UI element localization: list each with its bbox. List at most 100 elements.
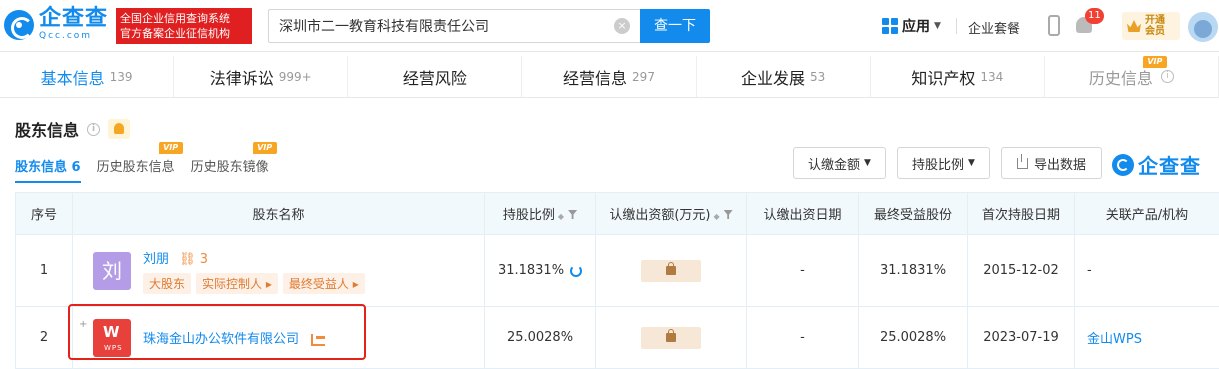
tab-label: 历史信息: [1089, 65, 1153, 89]
watermark-text: 企查查: [1138, 150, 1201, 179]
col-first-date: 首次持股日期: [968, 193, 1075, 235]
beneficial-cell: 25.0028%: [859, 307, 968, 369]
vip-tag: VIP: [159, 142, 183, 154]
info-icon[interactable]: i: [1161, 70, 1174, 83]
notification-badge: 11: [1085, 8, 1104, 24]
enterprise-suite-link[interactable]: 企业套餐: [968, 18, 1020, 37]
filter-label: 持股比例: [912, 154, 964, 173]
qcc-logo[interactable]: 企查查 Qcc.com: [4, 8, 108, 41]
subtab-history-shareholders[interactable]: VIP 历史股东信息: [97, 156, 175, 183]
chevron-down-icon: ▼: [968, 158, 975, 168]
related-companies-link[interactable]: ⛓ 3: [179, 252, 208, 267]
first-date-cell: 2023-07-19: [968, 307, 1075, 369]
col-name: 股东名称: [73, 193, 485, 235]
tab-development[interactable]: 企业发展 53: [697, 56, 871, 97]
ratio-cell: 25.0028%: [485, 307, 596, 369]
tab-count: 139: [110, 70, 133, 84]
pie-chart-icon[interactable]: [570, 265, 582, 277]
filter-label: 认缴金额: [808, 154, 860, 173]
subtab-count: 6: [72, 160, 81, 175]
subscribed-amount-cell: [596, 307, 747, 369]
ratio-cell: 31.1831%: [485, 235, 596, 307]
chevron-down-icon: ▼: [864, 158, 871, 168]
col-beneficial: 最终受益股份: [859, 193, 968, 235]
row-index: 1: [16, 235, 73, 307]
company-tabs: 基本信息139 法律诉讼999+ 经营风险 经营信息297 企业发展 53 知识产…: [0, 56, 1219, 98]
col-label: 认缴出资额(万元): [609, 208, 710, 223]
export-button[interactable]: 导出数据: [1001, 147, 1102, 179]
share-ratio-filter[interactable]: 持股比例 ▼: [897, 147, 990, 179]
ratio-value: 31.1831%: [498, 263, 564, 278]
filter-icon[interactable]: [724, 210, 733, 219]
slogan-line1: 全国企业信用查询系统: [120, 11, 248, 26]
col-ratio[interactable]: 持股比例◆: [485, 193, 596, 235]
open-vip-button[interactable]: 开通 会员: [1122, 12, 1180, 40]
tab-risk[interactable]: 经营风险: [348, 56, 522, 97]
tag-ultimate-beneficiary[interactable]: 最终受益人 ▸: [283, 273, 365, 294]
search-input[interactable]: 深圳市二一教育科技有限责任公司 ×: [268, 9, 640, 43]
first-date-cell: 2015-12-02: [968, 235, 1075, 307]
sort-icon[interactable]: ◆: [558, 212, 564, 221]
top-navbar: 企查查 Qcc.com 全国企业信用查询系统 官方备案企业征信机构 深圳市二一教…: [0, 0, 1219, 52]
tab-basic-info[interactable]: 基本信息139: [0, 56, 174, 97]
slogan-line2: 官方备案企业征信机构: [120, 26, 248, 41]
vip-tag: VIP: [253, 142, 277, 154]
filter-icon[interactable]: [568, 210, 577, 219]
shareholder-cell: 刘 刘朋 ⛓ 3 大股东 实际控制人 ▸ 最终受益人 ▸: [73, 235, 485, 307]
col-subscribed-date: 认缴出资日期: [747, 193, 859, 235]
tab-count: 134: [980, 70, 1003, 84]
mobile-phone-icon[interactable]: [1048, 15, 1060, 36]
table-header-row: 序号 股东名称 持股比例◆ 认缴出资额(万元)◆ 认缴出资日期 最终受益股份 首…: [16, 193, 1219, 235]
apps-menu-button[interactable]: 应用 ▼: [882, 16, 941, 36]
search-button[interactable]: 查一下: [640, 9, 710, 43]
shareholder-avatar: 刘: [93, 252, 131, 290]
export-icon: [1017, 158, 1028, 169]
chevron-down-icon: ▼: [934, 21, 941, 31]
table-row: 1 刘 刘朋 ⛓ 3 大股东 实际控制人 ▸ 最终受益人 ▸: [16, 235, 1219, 307]
subscribed-date-cell: -: [747, 307, 859, 369]
apps-label: 应用: [902, 16, 930, 36]
shareholder-subtabs: 股东信息 6 VIP 历史股东信息 VIP 历史股东镜像: [15, 156, 285, 183]
crown-icon: [1127, 20, 1141, 32]
vip-locked-value[interactable]: [641, 260, 701, 282]
info-icon[interactable]: i: [87, 123, 100, 136]
logo-icon: [4, 10, 34, 40]
tab-label: 法律诉讼: [210, 65, 274, 89]
subscribed-amount-filter[interactable]: 认缴金额 ▼: [793, 147, 886, 179]
subscribed-date-cell: -: [747, 235, 859, 307]
tag-label: 实际控制人: [202, 277, 262, 291]
tab-legal[interactable]: 法律诉讼999+: [174, 56, 348, 97]
sort-icon[interactable]: ◆: [714, 212, 720, 221]
logo-domain: Qcc.com: [39, 32, 108, 41]
user-avatar[interactable]: [1188, 12, 1218, 42]
tab-label: 知识产权: [911, 65, 975, 89]
tab-label: 企业发展: [741, 65, 805, 89]
col-label: 持股比例: [503, 208, 555, 223]
tag-major-shareholder: 大股东: [143, 273, 191, 294]
row-index: 2: [16, 307, 73, 369]
tab-operations[interactable]: 经营信息297: [522, 56, 696, 97]
section-title: 股东信息 i: [15, 117, 130, 141]
shareholder-name-link[interactable]: 刘朋: [143, 252, 169, 267]
section-title-text: 股东信息: [15, 117, 79, 141]
search-input-value: 深圳市二一教育科技有限责任公司: [279, 16, 614, 36]
tag-actual-controller[interactable]: 实际控制人 ▸: [196, 273, 278, 294]
clear-icon[interactable]: ×: [614, 18, 630, 34]
beneficial-cell: 31.1831%: [859, 235, 968, 307]
tab-count: 53: [810, 70, 825, 84]
subscribe-bell-icon[interactable]: [108, 119, 130, 139]
subtab-shareholders[interactable]: 股东信息 6: [15, 156, 81, 183]
tab-label: 经营风险: [403, 65, 467, 89]
col-product: 关联产品/机构: [1075, 193, 1219, 235]
product-link[interactable]: 金山WPS: [1075, 307, 1219, 369]
grid-icon: [882, 18, 898, 34]
vip-locked-value[interactable]: [641, 327, 701, 349]
tab-history[interactable]: VIP 历史信息 i: [1045, 56, 1219, 97]
col-index: 序号: [16, 193, 73, 235]
col-subscribed-amount[interactable]: 认缴出资额(万元) ◆: [596, 193, 747, 235]
subtab-shareholder-mirror[interactable]: VIP 历史股东镜像: [191, 156, 269, 183]
tab-ip[interactable]: 知识产权 134: [871, 56, 1045, 97]
related-count: 3: [200, 252, 208, 267]
tag-label: 最终受益人: [289, 277, 349, 291]
subtab-label: 历史股东信息: [97, 160, 175, 175]
